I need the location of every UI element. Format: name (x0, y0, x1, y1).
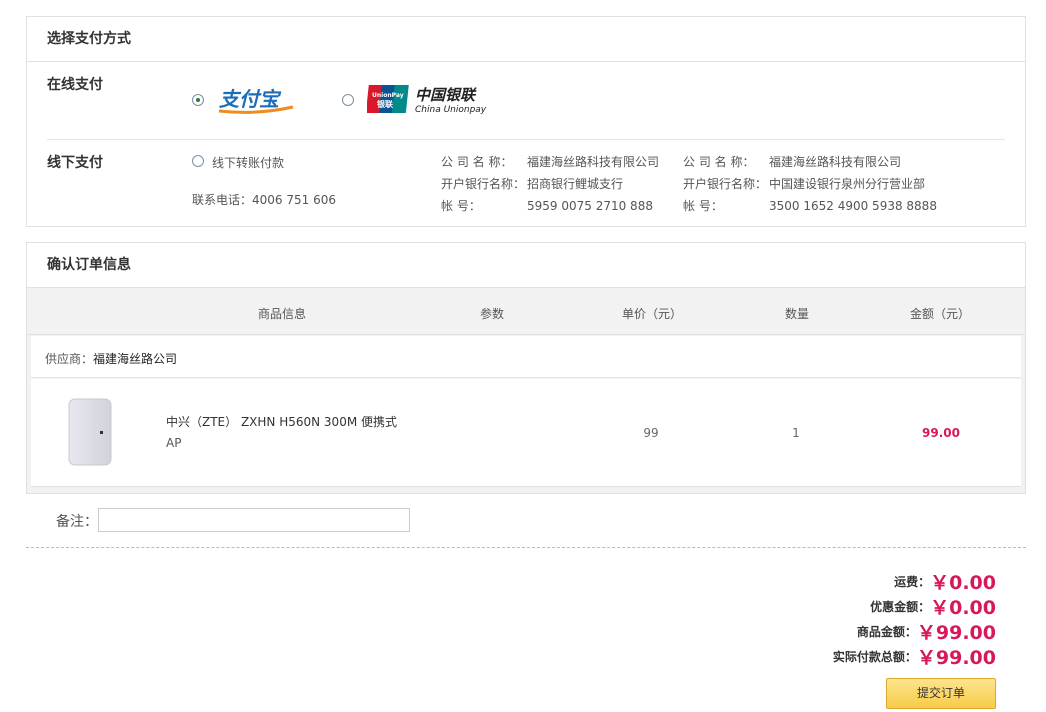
payment-divider (47, 139, 1005, 140)
discount-value: ￥0.00 (930, 597, 996, 619)
summary-divider (26, 547, 1026, 548)
offline-payment-label: 线下支付 (47, 155, 103, 171)
unionpay-logo[interactable]: UnionPay 银联 中国银联 China Unionpay (367, 83, 492, 115)
unionpay-badge-bottom: 银联 (376, 99, 393, 109)
order-table-header: 商品信息 参数 单价（元） 数量 金额（元） (27, 289, 1025, 335)
shipping-line: 运费：￥0.00 (894, 568, 996, 595)
line-amount: 99.00 (922, 426, 960, 440)
alipay-logo[interactable]: 支付宝 (217, 85, 297, 115)
product-name-line2[interactable]: AP (166, 436, 181, 450)
unionpay-radio[interactable] (342, 94, 354, 106)
supplier-name: 福建海丝路公司 (93, 352, 178, 366)
col-params: 参数 (479, 307, 504, 321)
order-panel-title: 确认订单信息 (27, 243, 1025, 288)
payment-panel-title: 选择支付方式 (27, 17, 1025, 62)
supplier-row: 供应商： 福建海丝路公司 (31, 336, 1021, 378)
remark-label: 备注： (56, 514, 98, 530)
col-unit-price: 单价（元） (621, 307, 682, 321)
online-payment-label: 在线支付 (47, 77, 103, 93)
discount-label: 优惠金额： (870, 600, 931, 614)
total-line: 实际付款总额：￥99.00 (833, 643, 996, 670)
alipay-text: 支付宝 (219, 87, 282, 111)
product-name-line1[interactable]: 中兴（ZTE） ZXHN H560N 300M 便携式 (166, 413, 397, 430)
total-value: ￥99.00 (916, 647, 996, 669)
bank2-account-line: 帐 号： 3500 1652 4900 5938 8888 (683, 199, 937, 213)
quantity: 1 (792, 426, 800, 440)
table-row: 中兴（ZTE） ZXHN H560N 300M 便携式 AP 99 1 99.0… (31, 379, 1021, 487)
supplier-prefix: 供应商： (45, 352, 94, 366)
offline-transfer-radio[interactable] (192, 155, 204, 167)
bank1-account-line: 帐 号： 5959 0075 2710 888 (441, 199, 653, 213)
unionpay-badge-top: UnionPay (372, 92, 404, 99)
total-label: 实际付款总额： (832, 650, 917, 664)
unit-price: 99 (643, 426, 659, 440)
order-info-panel: 确认订单信息 商品信息 参数 单价（元） 数量 金额（元） 供应商： 福建海丝路… (26, 242, 1026, 494)
col-amount: 金额（元） (909, 307, 970, 321)
discount-line: 优惠金额：￥0.00 (870, 593, 996, 620)
goods-amount-line: 商品金额：￥99.00 (857, 618, 996, 645)
offline-transfer-label[interactable]: 线下转账付款 (212, 154, 284, 171)
col-quantity: 数量 (784, 307, 809, 321)
submit-order-button[interactable]: 提交订单 (886, 678, 996, 709)
bank1-company-line: 公 司 名 称： 福建海丝路科技有限公司 (441, 155, 660, 169)
unionpay-cn-text: 中国银联 (415, 86, 477, 104)
bank1-bank-line: 开户银行名称： 招商银行鲤城支行 (441, 177, 624, 191)
alipay-radio[interactable] (192, 94, 204, 106)
bank2-company-line: 公 司 名 称： 福建海丝路科技有限公司 (683, 155, 902, 169)
bank2-bank-line: 开户银行名称： 中国建设银行泉州分行营业部 (683, 177, 926, 191)
product-image[interactable] (67, 397, 113, 467)
payment-method-panel: 选择支付方式 在线支付 支付宝 UnionPay 银联 中国银联 China U… (26, 16, 1026, 227)
unionpay-en-text: China Unionpay (415, 105, 487, 115)
shipping-value: ￥0.00 (930, 572, 996, 594)
goods-amount-value: ￥99.00 (916, 622, 996, 644)
contact-phone: 联系电话：4006 751 606 (192, 193, 336, 207)
remark-input[interactable] (98, 508, 410, 532)
col-product: 商品信息 (257, 307, 306, 321)
shipping-label: 运费： (894, 575, 931, 589)
goods-amount-label: 商品金额： (856, 625, 917, 639)
